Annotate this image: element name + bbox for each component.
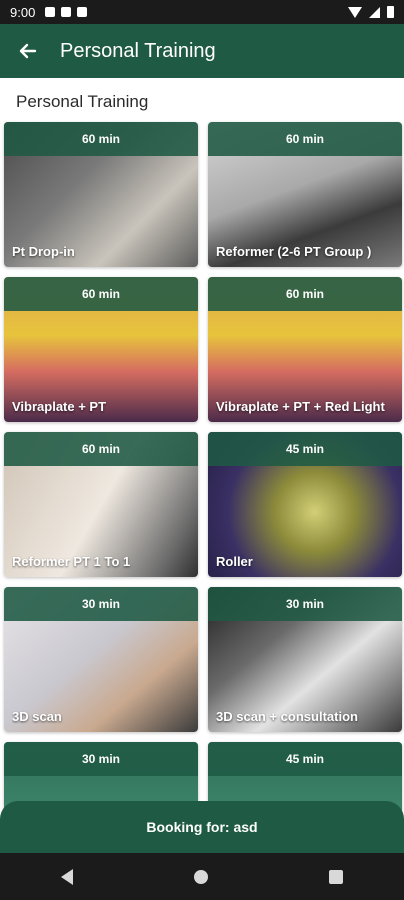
battery-icon <box>387 6 394 18</box>
booking-label: Booking for: asd <box>146 819 258 835</box>
service-card[interactable]: 60 min Reformer (2-6 PT Group ) <box>208 122 402 267</box>
duration-badge: 30 min <box>4 587 198 621</box>
image-icon <box>61 7 72 17</box>
system-nav-bar <box>0 853 404 900</box>
duration-badge: 30 min <box>4 742 198 776</box>
nav-recents-icon[interactable] <box>329 869 344 884</box>
card-title: Reformer PT 1 To 1 <box>12 554 131 569</box>
gear-icon <box>45 7 56 17</box>
nav-home-icon[interactable] <box>193 869 208 884</box>
signal-icon <box>369 6 380 18</box>
service-card[interactable]: 30 min 3D scan + consultation <box>208 587 402 732</box>
card-title: 3D scan + consultation <box>216 709 358 724</box>
duration-badge: 60 min <box>208 277 402 311</box>
card-title: Roller <box>216 554 253 569</box>
service-card[interactable]: 60 min Pt Drop-in <box>4 122 198 267</box>
wifi-icon <box>348 6 362 18</box>
section-title: Personal Training <box>16 92 149 111</box>
service-card[interactable]: 45 min Roller <box>208 432 402 577</box>
page-title: Personal Training <box>60 39 216 62</box>
app-bar: Personal Training <box>0 24 404 78</box>
duration-badge: 60 min <box>208 122 402 156</box>
status-bar: 9:00 <box>0 0 404 24</box>
arrow-left-icon <box>19 43 37 59</box>
duration-badge: 45 min <box>208 432 402 466</box>
duration-badge: 60 min <box>4 432 198 466</box>
service-card[interactable]: 60 min Vibraplate + PT + Red Light <box>208 277 402 422</box>
duration-badge: 45 min <box>208 742 402 776</box>
service-card[interactable]: 60 min Reformer PT 1 To 1 <box>4 432 198 577</box>
duration-badge: 60 min <box>4 277 198 311</box>
duration-badge: 60 min <box>4 122 198 156</box>
service-card[interactable]: 30 min 3D scan <box>4 587 198 732</box>
duration-badge: 30 min <box>208 587 402 621</box>
card-title: Vibraplate + PT <box>12 399 107 414</box>
sd-card-icon <box>77 7 88 17</box>
card-title: Reformer (2-6 PT Group ) <box>216 244 372 259</box>
notification-icons <box>45 7 88 17</box>
status-time: 9:00 <box>10 4 36 20</box>
back-button[interactable] <box>0 24 56 78</box>
booking-for-bar[interactable]: Booking for: asd <box>0 801 404 853</box>
system-icons <box>348 6 394 18</box>
card-title: 3D scan <box>12 709 62 724</box>
nav-back-icon[interactable] <box>60 868 73 885</box>
card-title: Pt Drop-in <box>12 244 75 259</box>
service-grid: 60 min Pt Drop-in 60 min Reformer (2-6 P… <box>4 122 402 887</box>
card-title: Vibraplate + PT + Red Light <box>216 399 385 414</box>
service-card[interactable]: 60 min Vibraplate + PT <box>4 277 198 422</box>
